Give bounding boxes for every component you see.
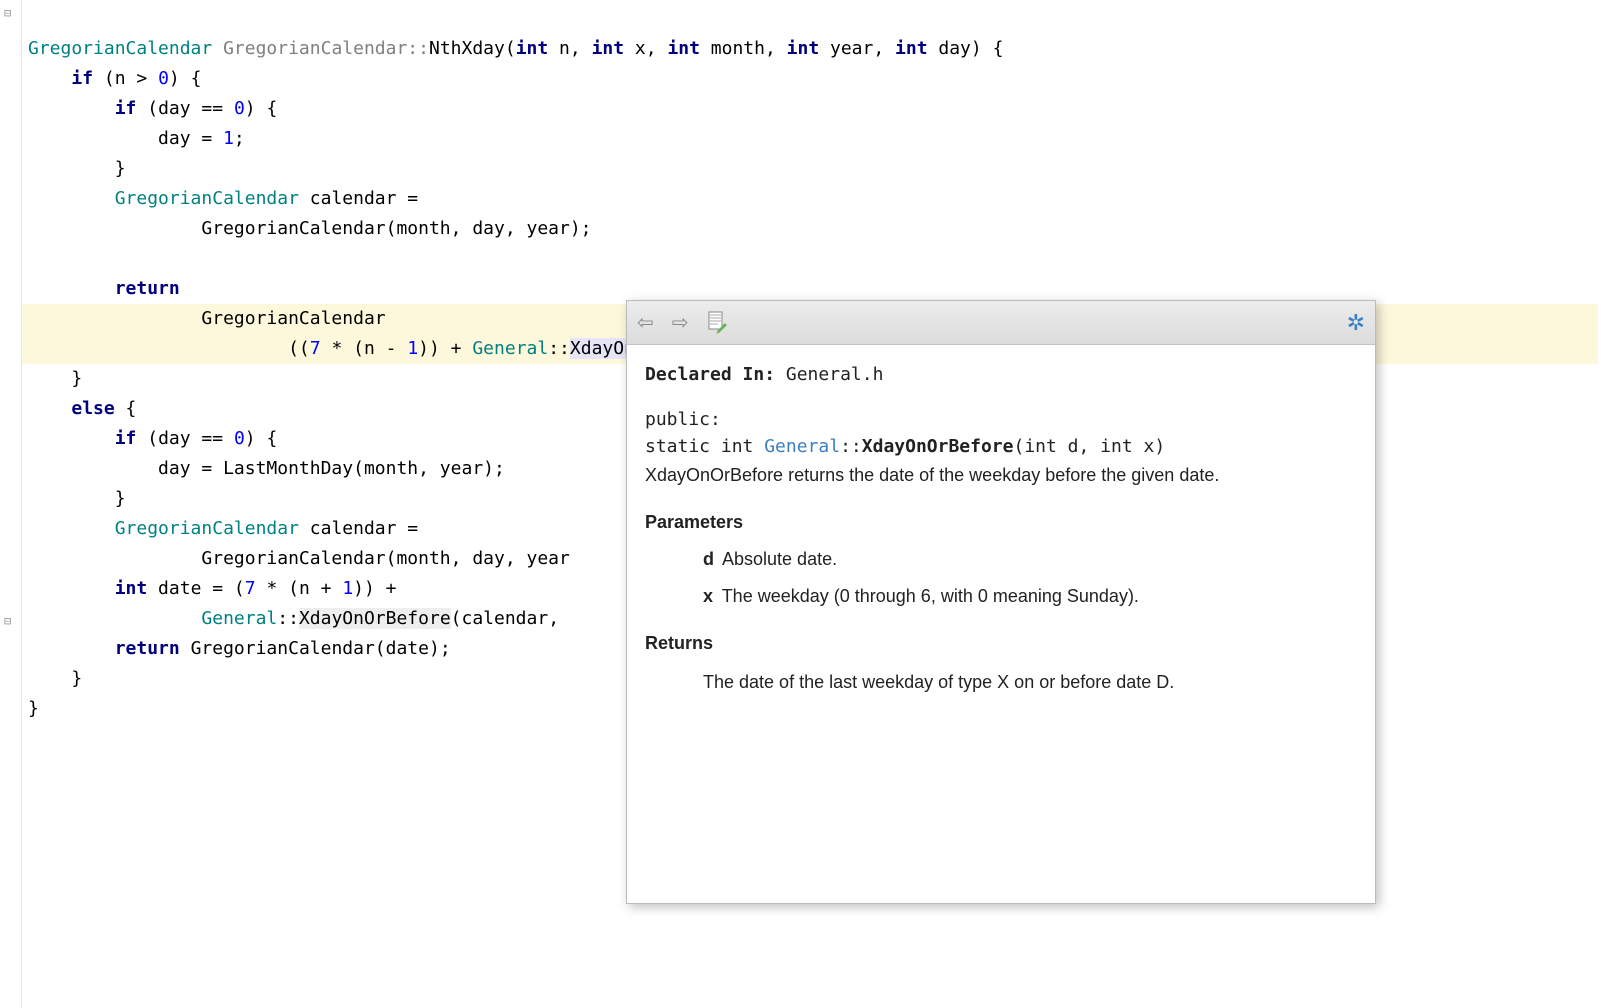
quick-doc-popup: ⇦ ⇨ ✲ Declared In: General.h public: sta… [626, 300, 1376, 904]
code-token: (day == [136, 428, 234, 449]
code-token: GregorianCalendar [28, 38, 212, 59]
forward-icon[interactable]: ⇨ [672, 310, 689, 335]
code-token: calendar = [299, 518, 418, 539]
code-token: )) + [353, 578, 396, 599]
code-token: x, [624, 38, 667, 59]
code-token: int [516, 38, 549, 59]
param-row: x The weekday (0 through 6, with 0 meani… [703, 583, 1357, 610]
code-token: (day == [136, 98, 234, 119]
code-token: n, [548, 38, 591, 59]
declared-in-label: Declared In: [645, 364, 775, 385]
scope-sep: :: [840, 436, 862, 457]
code-token: GregorianCalendar [115, 518, 299, 539]
code-token: GregorianCalendar [28, 308, 386, 329]
code-token: ( [505, 38, 516, 59]
code-token: date = ( [147, 578, 245, 599]
code-token: day = [28, 128, 223, 149]
code-token: GregorianCalendar(month, day, year); [28, 218, 592, 239]
code-token: * (n + [256, 578, 343, 599]
code-token: year, [819, 38, 895, 59]
returns-desc: The date of the last weekday of type X o… [703, 669, 1357, 696]
code-token: return [115, 638, 180, 659]
code-token: GregorianCalendar(month, day, year [28, 548, 570, 569]
description: XdayOnOrBefore returns the date of the w… [645, 462, 1357, 489]
symbol-reference[interactable]: XdayOnOrBefore [299, 608, 451, 629]
code-token: } [28, 158, 126, 179]
code-token: { [115, 398, 137, 419]
code-token: int [592, 38, 625, 59]
code-token: int [787, 38, 820, 59]
code-token: GregorianCalendar(date); [180, 638, 451, 659]
code-token: if [115, 428, 137, 449]
code-token: :: [277, 608, 299, 629]
code-token: 0 [234, 98, 245, 119]
code-token: General [201, 608, 277, 629]
code-token: ) { [169, 68, 202, 89]
code-token: GregorianCalendar [115, 188, 299, 209]
back-icon[interactable]: ⇦ [637, 310, 654, 335]
edit-source-icon[interactable] [707, 311, 727, 335]
code-token: 7 [245, 578, 256, 599]
code-token: day) { [928, 38, 1004, 59]
code-token: month, [700, 38, 787, 59]
fold-close-icon[interactable]: ⊟ [4, 614, 16, 626]
param-name: d [703, 549, 714, 569]
returns-heading: Returns [645, 630, 1357, 657]
code-token: :: [548, 338, 570, 359]
quick-doc-toolbar: ⇦ ⇨ ✲ [627, 301, 1375, 345]
return-type: static int [645, 436, 764, 457]
code-token: ) { [245, 98, 278, 119]
code-token: (( [28, 338, 310, 359]
code-token: 1 [342, 578, 353, 599]
code-token: * (n - [321, 338, 408, 359]
code-token: if [71, 68, 93, 89]
declared-in-row: Declared In: General.h [645, 361, 1357, 388]
gear-icon[interactable]: ✲ [1347, 310, 1365, 336]
code-token: 0 [158, 68, 169, 89]
code-token: (n > [93, 68, 158, 89]
code-token: NthXday [429, 38, 505, 59]
code-token: if [115, 98, 137, 119]
code-token: calendar = [299, 188, 418, 209]
param-row: d Absolute date. [703, 546, 1357, 573]
code-token: 1 [407, 338, 418, 359]
method-name: XdayOnOrBefore [862, 436, 1014, 457]
quick-doc-body: Declared In: General.h public: static in… [627, 345, 1375, 712]
gutter: ⊟ ⊟ [0, 0, 22, 1008]
class-name: General [764, 436, 840, 457]
code-token: day = LastMonthDay(month, year); [28, 458, 505, 479]
code-token: (calendar, [451, 608, 570, 629]
code-token: ; [234, 128, 245, 149]
code-token: int [115, 578, 148, 599]
code-token: General [472, 338, 548, 359]
code-token: int [895, 38, 928, 59]
code-token: 1 [223, 128, 234, 149]
param-desc: Absolute date. [718, 549, 837, 569]
toolbar-left-group: ⇦ ⇨ [637, 310, 727, 335]
code-token: )) + [418, 338, 472, 359]
code-token: } [28, 698, 39, 719]
declared-in-file: General.h [775, 364, 883, 385]
parameters-heading: Parameters [645, 509, 1357, 536]
code-token: } [28, 488, 126, 509]
code-token: else [71, 398, 114, 419]
param-desc: The weekday (0 through 6, with 0 meaning… [717, 586, 1139, 606]
param-name: x [703, 586, 713, 606]
fold-open-icon[interactable]: ⊟ [4, 6, 16, 18]
code-token: GregorianCalendar:: [223, 38, 429, 59]
signature: public: static int General::XdayOnOrBefo… [645, 406, 1357, 460]
sig-params: (int d, int x) [1013, 436, 1165, 457]
code-token: 7 [310, 338, 321, 359]
code-token: 0 [234, 428, 245, 449]
code-token: return [115, 278, 180, 299]
code-token: int [667, 38, 700, 59]
code-token: ) { [245, 428, 278, 449]
access-specifier: public: [645, 406, 1357, 433]
